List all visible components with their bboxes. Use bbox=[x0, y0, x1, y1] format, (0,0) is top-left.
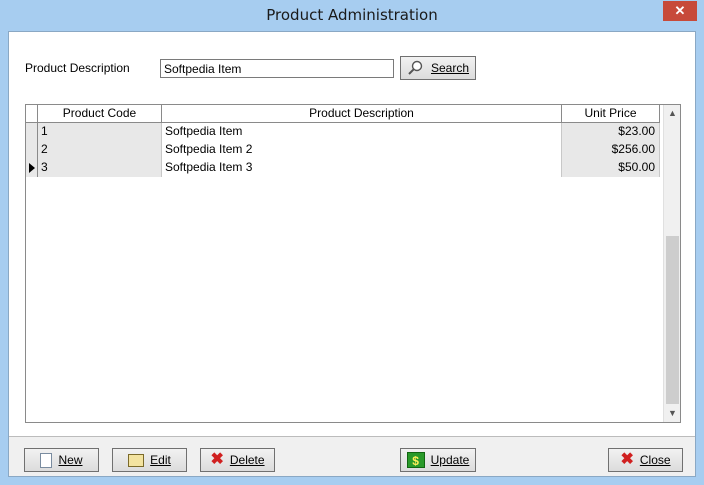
scroll-down-arrow-icon[interactable]: ▼ bbox=[664, 405, 680, 422]
update-button[interactable]: $ Update bbox=[400, 448, 476, 472]
edit-icon bbox=[128, 453, 145, 467]
delete-button-label: Delete bbox=[229, 453, 265, 467]
cell-product-description[interactable]: Softpedia Item 2 bbox=[162, 141, 562, 159]
scrollbar-thumb[interactable] bbox=[666, 236, 679, 404]
table-row[interactable]: 2 Softpedia Item 2 $256.00 bbox=[26, 141, 660, 159]
delete-x-icon: ✖ bbox=[210, 451, 224, 468]
window-close-button[interactable]: ✕ bbox=[663, 1, 697, 21]
column-header-unit-price[interactable]: Unit Price bbox=[562, 105, 660, 123]
table-row[interactable]: 1 Softpedia Item $23.00 bbox=[26, 123, 660, 141]
scroll-up-arrow-icon[interactable]: ▲ bbox=[664, 105, 680, 122]
new-button-label: New bbox=[58, 453, 83, 467]
cell-product-code[interactable]: 1 bbox=[38, 123, 162, 141]
column-header-product-code[interactable]: Product Code bbox=[38, 105, 162, 123]
current-row-arrow-icon bbox=[29, 163, 35, 173]
cell-product-description[interactable]: Softpedia Item 3 bbox=[162, 159, 562, 177]
row-header-corner bbox=[26, 105, 38, 123]
new-button[interactable]: New bbox=[24, 448, 99, 472]
title-bar[interactable]: Product Administration ✕ bbox=[0, 0, 704, 31]
update-button-label: Update bbox=[430, 453, 470, 467]
client-area: Product Description Search Product Code … bbox=[8, 31, 696, 477]
cell-unit-price[interactable]: $23.00 bbox=[562, 123, 660, 141]
app-window: Product Administration ✕ Product Descrip… bbox=[0, 0, 704, 485]
cell-unit-price[interactable]: $256.00 bbox=[562, 141, 660, 159]
cell-product-code[interactable]: 3 bbox=[38, 159, 162, 177]
close-x-icon: ✖ bbox=[620, 451, 634, 468]
row-selector[interactable] bbox=[26, 123, 38, 141]
column-header-product-description[interactable]: Product Description bbox=[162, 105, 562, 123]
table-row[interactable]: 3 Softpedia Item 3 $50.00 bbox=[26, 159, 660, 177]
products-grid[interactable]: Product Code Product Description Unit Pr… bbox=[25, 104, 681, 423]
cell-unit-price[interactable]: $50.00 bbox=[562, 159, 660, 177]
button-bar: New Edit ✖ Delete $ Update ✖ Close bbox=[9, 436, 695, 476]
search-button-label: Search bbox=[430, 61, 470, 75]
row-selector[interactable] bbox=[26, 159, 38, 177]
document-icon bbox=[40, 452, 53, 468]
window-title: Product Administration bbox=[266, 6, 438, 24]
close-button-label: Close bbox=[639, 453, 671, 467]
dollar-icon: $ bbox=[406, 452, 425, 468]
edit-button-label: Edit bbox=[150, 453, 171, 467]
close-button[interactable]: ✖ Close bbox=[608, 448, 683, 472]
grid-header: Product Code Product Description Unit Pr… bbox=[26, 105, 660, 123]
product-description-label: Product Description bbox=[25, 61, 130, 75]
delete-button[interactable]: ✖ Delete bbox=[200, 448, 275, 472]
search-button[interactable]: Search bbox=[400, 56, 476, 80]
cell-product-description[interactable]: Softpedia Item bbox=[162, 123, 562, 141]
edit-button[interactable]: Edit bbox=[112, 448, 187, 472]
product-description-input[interactable] bbox=[160, 59, 394, 78]
magnifier-icon bbox=[408, 60, 423, 75]
grid-vertical-scrollbar[interactable]: ▲ ▼ bbox=[663, 105, 680, 422]
cell-product-code[interactable]: 2 bbox=[38, 141, 162, 159]
row-selector[interactable] bbox=[26, 141, 38, 159]
